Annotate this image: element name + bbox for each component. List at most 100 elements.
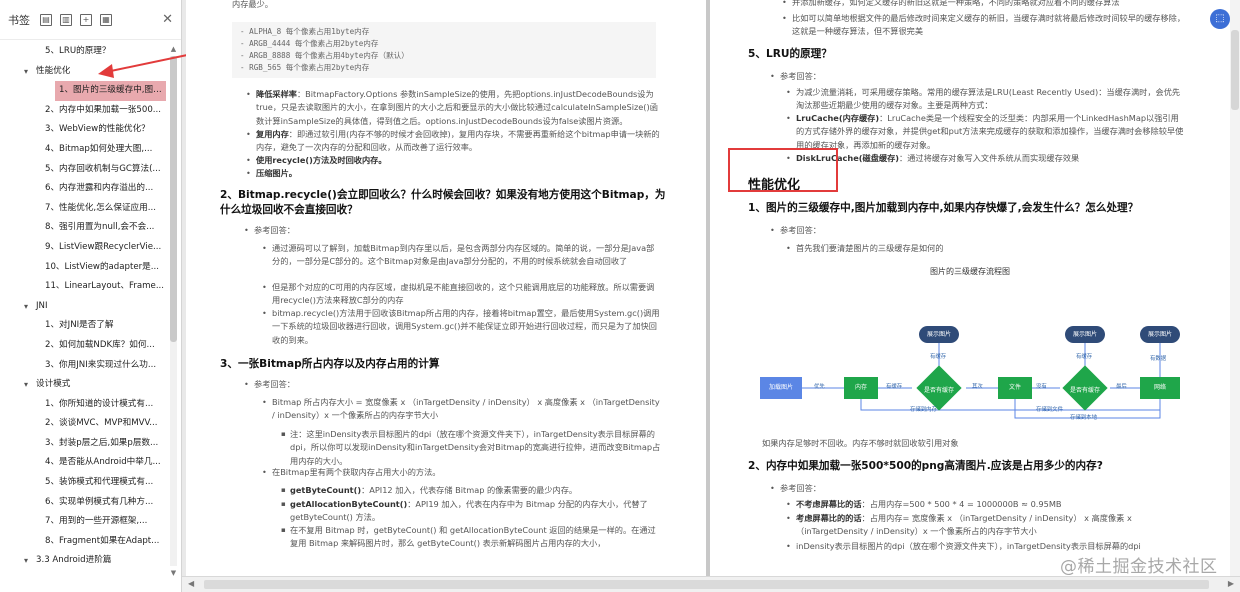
bookmark-item[interactable]: 1、图片的三级缓存中,图片... bbox=[55, 81, 166, 101]
bookmark-options-icon[interactable]: ▦ bbox=[100, 13, 112, 26]
paragraph: 内存最少。 bbox=[232, 0, 273, 9]
bookmark-item[interactable]: 3、你用JNI来实现过什么功... bbox=[0, 356, 166, 376]
bookmark-item[interactable]: 1、对JNI是否了解 bbox=[0, 316, 166, 336]
diagram-lines bbox=[802, 340, 1161, 419]
node-show-image: 展示图片 bbox=[919, 326, 959, 343]
sidebar-scrollbar[interactable]: ▲ ▼ bbox=[169, 44, 178, 578]
bookmark-item[interactable]: 8、强引用置为null,会不会... bbox=[0, 218, 166, 238]
scroll-down-icon[interactable]: ▼ bbox=[169, 568, 178, 578]
bookmark-item[interactable]: 9、ListView跟RecyclerVie... bbox=[0, 238, 166, 258]
edge-label: 存储到内存 bbox=[910, 407, 937, 413]
list-item: 注：这里inDensity表示目标图片的dpi（放在哪个资源文件夹下），inTa… bbox=[281, 428, 662, 468]
scroll-thumb[interactable] bbox=[170, 56, 177, 342]
bookmark-item[interactable]: 2、如何加载NDK库？如何... bbox=[0, 336, 166, 356]
edge-label: 优先 bbox=[814, 384, 825, 390]
node-show-image: 展示图片 bbox=[1140, 326, 1180, 343]
node-label: 是否有缓存 bbox=[923, 387, 954, 394]
translate-icon[interactable]: ⬚ bbox=[1210, 9, 1230, 29]
list-item: 为减少流量消耗，可采用缓存策略。常用的缓存算法是LRU(Least Recent… bbox=[786, 86, 1186, 113]
red-arrow-icon bbox=[98, 53, 193, 78]
horizontal-scrollbar[interactable]: ◀ ▶ bbox=[182, 576, 1240, 592]
bookmark-item[interactable]: 3、WebView的性能优化？ bbox=[0, 120, 166, 140]
edge-label: 其次 bbox=[972, 384, 983, 390]
list-item: 首先我们要清楚图片的三级缓存是如何的 bbox=[786, 242, 943, 256]
bookmark-item[interactable]: 6、实现单例模式有几种方... bbox=[0, 493, 166, 513]
bookmark-item[interactable]: 11、LinearLayout、Frame... bbox=[0, 277, 166, 297]
bookmark-item[interactable]: 4、Bitmap如何处理大图,... bbox=[0, 140, 166, 160]
vertical-scrollbar[interactable] bbox=[1230, 0, 1240, 576]
bookmark-group[interactable]: 3.3 Android进阶篇 bbox=[0, 551, 166, 571]
list-item: getByteCount()：API12 加入，代表存储 Bitmap 的像素需… bbox=[281, 484, 662, 498]
highlight-box bbox=[728, 148, 838, 192]
bookmark-item[interactable]: 6、内存泄露和内存溢出的... bbox=[0, 179, 166, 199]
list-text: 压缩图片。 bbox=[256, 168, 297, 178]
list-item: 参考回答： bbox=[770, 224, 821, 238]
node-network: 网络 bbox=[1140, 377, 1180, 399]
bookmark-item[interactable]: 2、内存中如果加载一张500... bbox=[0, 101, 166, 121]
bookmark-item[interactable]: 4、是否能从Android中举几... bbox=[0, 453, 166, 473]
collapse-all-icon[interactable]: ▥ bbox=[60, 13, 72, 26]
list-item: DiskLruCache(磁盘缓存)：通过将缓存对象写入文件系统从而实现缓存效果 bbox=[786, 152, 1186, 166]
pdf-viewer: 书签 ▤ ▥ + ▦ ✕ 5、LRU的原理？性能优化1、图片的三级缓存中,图片.… bbox=[0, 0, 1240, 592]
code-line: - ARGB_4444 每个像素占用2byte内存 bbox=[240, 39, 379, 48]
list-item: 降低采样率：BitmapFactory.Options 参数inSampleSi… bbox=[246, 88, 660, 128]
list-item: 考虑屏幕比的的话：占用内存= 宽度像素 x （inTargetDensity /… bbox=[786, 512, 1186, 539]
bookmark-item[interactable]: 5、装饰模式和代理模式有... bbox=[0, 473, 166, 493]
section-heading: 2、Bitmap.recycle()会立即回收么？什么时候会回收？如果没有地方使… bbox=[220, 189, 666, 216]
list-text: ：BitmapFactory.Options 参数inSampleSize的使用… bbox=[256, 89, 658, 126]
sidebar-header: 书签 ▤ ▥ + ▦ ✕ bbox=[0, 0, 181, 40]
add-bookmark-icon[interactable]: + bbox=[80, 13, 92, 26]
list-item: bitmap.recycle()方法用于回收该Bitmap所占用的内存，接着将b… bbox=[262, 307, 662, 347]
document-view: 内存最少。 - ALPHA_8 每个像素占用1byte内存 - ARGB_444… bbox=[182, 0, 1240, 592]
scroll-track bbox=[170, 56, 177, 566]
code-block: - ALPHA_8 每个像素占用1byte内存 - ARGB_4444 每个像素… bbox=[232, 22, 656, 78]
list-item: getAllocationByteCount()：API19 加入，代表在内存中… bbox=[281, 498, 662, 525]
bookmark-group[interactable]: JNI bbox=[0, 297, 166, 317]
list-item: 参考回答： bbox=[244, 378, 295, 392]
bookmark-item[interactable]: 5、内存回收机制与GC算法(... bbox=[0, 160, 166, 180]
list-item: 参考回答： bbox=[244, 224, 295, 238]
bookmark-item[interactable]: 7、性能优化,怎么保证应用... bbox=[0, 199, 166, 219]
list-item: LruCache(内存缓存)：LruCache类是一个线程安全的泛型类：内部采用… bbox=[786, 112, 1186, 152]
bookmark-group[interactable]: 设计模式 bbox=[0, 375, 166, 395]
section-heading: 3、一张Bitmap所占内存以及内存占用的计算 bbox=[220, 358, 440, 370]
list-item: Bitmap 所占内存大小 = 宽度像素 x （inTargetDensity … bbox=[262, 396, 662, 423]
node-memory: 内存 bbox=[844, 377, 878, 399]
scroll-thumb[interactable] bbox=[204, 580, 1209, 589]
cache-flow-diagram: 加载图片 内存 是否有缓存 文件 是否有缓存 网络 展示图片 展示图片 展示图片… bbox=[760, 322, 1200, 434]
bookmark-item[interactable]: 7、用到的一些开源框架,... bbox=[0, 512, 166, 532]
close-icon[interactable]: ✕ bbox=[162, 12, 173, 27]
list-item: 参考回答： bbox=[770, 482, 821, 496]
edge-label: 有缓存 bbox=[1076, 354, 1093, 360]
bookmark-item[interactable]: 3、封装p层之后,如果p层数... bbox=[0, 434, 166, 454]
bookmark-item[interactable]: 10、ListView的adapter是... bbox=[0, 258, 166, 278]
scroll-left-icon[interactable]: ◀ bbox=[188, 579, 194, 588]
node-load-image: 加载图片 bbox=[760, 377, 802, 399]
paragraph: 如果内存足够时不回收。内存不够时就回收软引用对象 bbox=[762, 438, 959, 448]
bookmark-item[interactable]: 8、Fragment如果在Adapt... bbox=[0, 532, 166, 552]
edge-label: 有缓存 bbox=[930, 354, 947, 360]
list-item: 在Bitmap里有两个获取内存占用大小的方法。 bbox=[262, 466, 662, 480]
list-item: 压缩图片。 bbox=[246, 167, 660, 181]
edge-label: 没有 bbox=[1036, 384, 1047, 390]
bookmark-item[interactable]: 1、你所知道的设计模式有... bbox=[0, 395, 166, 415]
sidebar-title: 书签 bbox=[8, 13, 30, 27]
list-item: 不考虑屏幕比的话：占用内存=500 * 500 * 4 = 1000000B ≈… bbox=[786, 498, 1186, 512]
node-label: 是否有缓存 bbox=[1069, 387, 1100, 394]
node-file: 文件 bbox=[998, 377, 1032, 399]
bookmark-item[interactable]: 2、谈谈MVC、MVP和MVV... bbox=[0, 414, 166, 434]
bold-label: 不考虑屏幕比的话 bbox=[796, 499, 862, 509]
bold-label: 降低采样率 bbox=[256, 89, 297, 99]
bold-label: getAllocationByteCount() bbox=[290, 499, 408, 509]
section-heading: 1、图片的三级缓存中,图片加载到内存中,如果内存快爆了,会发生什么？怎么处理？ bbox=[748, 202, 1139, 214]
list-item: 复用内存：即通过软引用(内存不够的时候才会回收掉)，复用内存块，不需要再重新给这… bbox=[246, 128, 660, 155]
edge-label: 有缓存 bbox=[886, 384, 903, 390]
list-text: ：即通过软引用(内存不够的时候才会回收掉)，复用内存块，不需要再重新给这个bit… bbox=[256, 129, 660, 153]
scroll-thumb[interactable] bbox=[1231, 30, 1239, 110]
code-line: - ALPHA_8 每个像素占用1byte内存 bbox=[240, 27, 370, 36]
expand-all-icon[interactable]: ▤ bbox=[40, 13, 52, 26]
bold-label: LruCache(内存缓存) bbox=[796, 113, 880, 123]
bold-label: 复用内存 bbox=[256, 129, 289, 139]
scroll-right-icon[interactable]: ▶ bbox=[1228, 579, 1234, 588]
code-line: - ARGB_8888 每个像素占用4byte内存（默认） bbox=[240, 51, 409, 60]
